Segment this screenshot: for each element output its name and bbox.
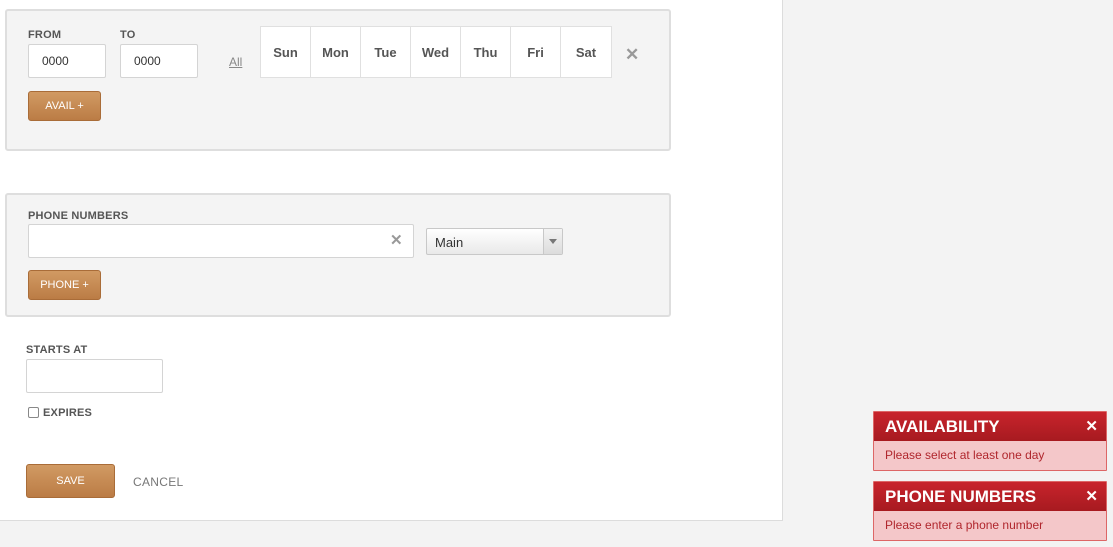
day-wed[interactable]: Wed bbox=[411, 27, 461, 77]
starts-at-label: STARTS AT bbox=[26, 344, 88, 356]
to-label: TO bbox=[120, 29, 136, 41]
toast-title: PHONE NUMBERS ✕ bbox=[874, 482, 1106, 511]
starts-at-input[interactable] bbox=[26, 359, 163, 393]
from-input[interactable] bbox=[28, 44, 106, 78]
phone-error-toast: PHONE NUMBERS ✕ Please enter a phone num… bbox=[873, 481, 1107, 541]
day-thu[interactable]: Thu bbox=[461, 27, 511, 77]
clear-phone-icon[interactable]: ✕ bbox=[390, 233, 403, 248]
day-mon[interactable]: Mon bbox=[311, 27, 361, 77]
day-tue[interactable]: Tue bbox=[361, 27, 411, 77]
day-sat[interactable]: Sat bbox=[561, 27, 611, 77]
expires-label: EXPIRES bbox=[43, 407, 93, 419]
close-icon[interactable]: ✕ bbox=[1085, 482, 1098, 511]
toast-title: AVAILABILITY ✕ bbox=[874, 412, 1106, 441]
chevron-down-icon bbox=[549, 239, 557, 244]
remove-availability-icon[interactable]: ✕ bbox=[625, 46, 639, 63]
toast-message: Please select at least one day bbox=[885, 448, 1045, 462]
close-icon[interactable]: ✕ bbox=[1085, 412, 1098, 441]
phone-type-value: Main bbox=[435, 235, 464, 250]
day-sun[interactable]: Sun bbox=[261, 27, 311, 77]
to-input[interactable] bbox=[120, 44, 198, 78]
availability-panel: FROM TO All Sun Mon Tue Wed Thu Fri Sat … bbox=[5, 9, 671, 151]
cancel-link[interactable]: CANCEL bbox=[133, 475, 183, 489]
add-phone-button[interactable]: PHONE + bbox=[28, 270, 101, 300]
phone-numbers-panel: PHONE NUMBERS ✕ Main PHONE + bbox=[5, 193, 671, 317]
save-button[interactable]: SAVE bbox=[26, 464, 115, 498]
select-arrow-box bbox=[543, 229, 562, 254]
form-card: FROM TO All Sun Mon Tue Wed Thu Fri Sat … bbox=[0, 0, 783, 521]
availability-error-toast: AVAILABILITY ✕ Please select at least on… bbox=[873, 411, 1107, 471]
toast-title-text: AVAILABILITY bbox=[885, 417, 1000, 436]
day-selector: Sun Mon Tue Wed Thu Fri Sat bbox=[260, 26, 612, 78]
phone-numbers-label: PHONE NUMBERS bbox=[28, 210, 129, 222]
from-label: FROM bbox=[28, 29, 62, 41]
day-fri[interactable]: Fri bbox=[511, 27, 561, 77]
phone-number-input[interactable] bbox=[28, 224, 414, 258]
toast-title-text: PHONE NUMBERS bbox=[885, 487, 1037, 506]
toast-message: Please enter a phone number bbox=[885, 518, 1044, 532]
phone-type-select[interactable]: Main bbox=[426, 228, 563, 255]
select-all-days-link[interactable]: All bbox=[229, 55, 242, 69]
add-availability-button[interactable]: AVAIL + bbox=[28, 91, 101, 121]
expires-checkbox[interactable] bbox=[28, 407, 39, 418]
